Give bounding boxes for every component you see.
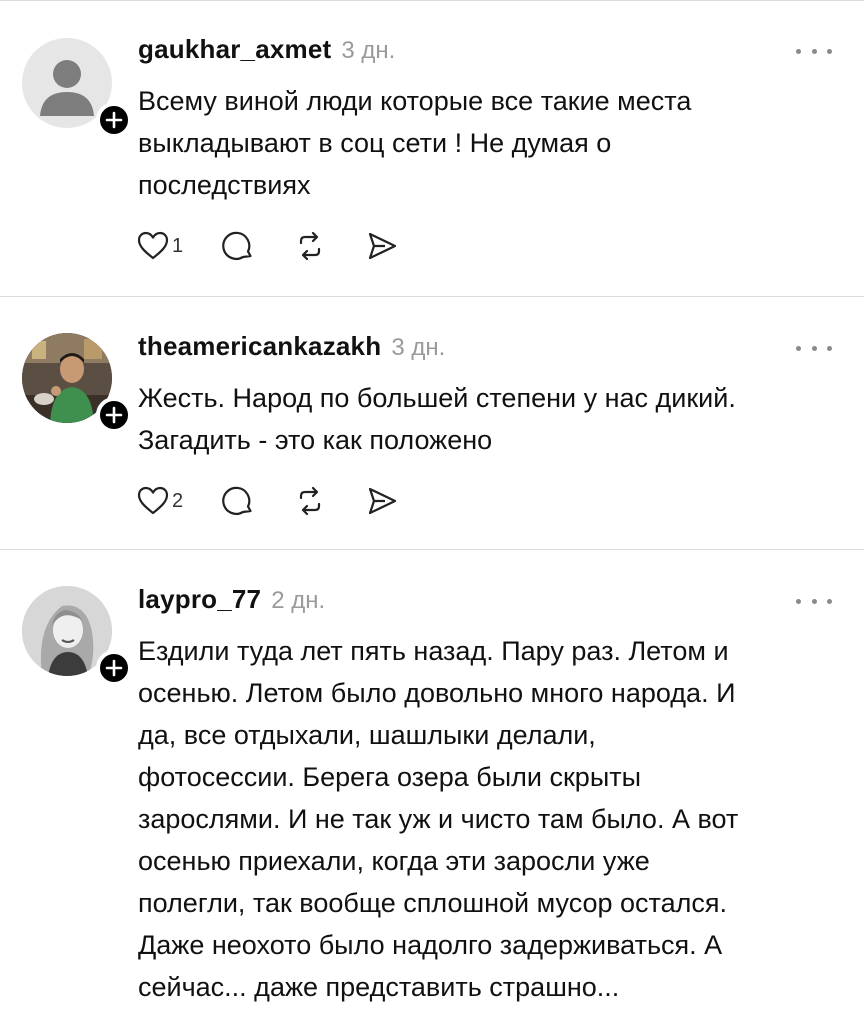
username[interactable]: theamericankazakh: [138, 331, 381, 362]
comment-text: Жесть. Народ по большей степени у нас ди…: [138, 377, 838, 461]
comment-line: зарослями. И не так уж и чисто там было.…: [138, 804, 739, 834]
comment-line: Всему виной люди которые все такие места: [138, 86, 692, 116]
more-dots-icon[interactable]: [796, 46, 832, 56]
timestamp: 3 дн.: [341, 37, 396, 64]
heart-icon: [137, 231, 169, 260]
share-button[interactable]: [365, 484, 399, 518]
comment-line: выкладывают в соц сети ! Не думая о: [138, 128, 612, 158]
like-count: 1: [172, 234, 184, 257]
follow-plus-icon[interactable]: [96, 650, 132, 686]
comment-line: сейчас... даже представить страшно...: [138, 972, 620, 1002]
avatar[interactable]: [22, 333, 132, 433]
comment-line: фотосессии. Берега озера были скрыты: [138, 762, 641, 792]
repost-button[interactable]: [293, 229, 327, 263]
comment-bubble-icon: [222, 231, 252, 260]
comment-2: theamericankazakh 3 дн. Жесть. Народ по …: [0, 297, 864, 549]
comment-line: осенью. Летом было довольно много народа…: [138, 678, 736, 708]
repost-icon: [300, 486, 321, 516]
follow-plus-icon[interactable]: [96, 397, 132, 433]
comment-line: да, все отдыхали, шашлыки делали,: [138, 720, 596, 750]
more-dots-icon[interactable]: [796, 343, 832, 353]
reply-button[interactable]: [221, 229, 255, 263]
timestamp: 3 дн.: [391, 334, 446, 361]
comment-text: Всему виной люди которые все такие места…: [138, 80, 838, 206]
comment-line: Даже неохото было надолго задерживаться.…: [138, 930, 723, 960]
username[interactable]: gaukhar_axmet: [138, 34, 331, 65]
comment-3: laypro_77 2 дн. Ездили туда лет пять наз…: [0, 550, 864, 1024]
send-icon: [369, 232, 397, 260]
comment-1: gaukhar_axmet 3 дн. Всему виной люди кот…: [0, 0, 864, 296]
comment-line: осенью приехали, когда эти заросли уже: [138, 846, 650, 876]
send-icon: [369, 487, 397, 515]
comment-line: Ездили туда лет пять назад. Пару раз. Ле…: [138, 636, 729, 666]
heart-icon: [137, 486, 169, 515]
comment-line: Жесть. Народ по большей степени у нас ди…: [138, 383, 736, 413]
follow-plus-icon[interactable]: [96, 102, 132, 138]
comment-line: полегли, так вообще сплошной мусор остал…: [138, 888, 728, 918]
username[interactable]: laypro_77: [138, 584, 261, 615]
share-button[interactable]: [365, 229, 399, 263]
repost-icon: [300, 231, 321, 261]
reply-button[interactable]: [221, 484, 255, 518]
comment-text: Ездили туда лет пять назад. Пару раз. Ле…: [138, 630, 838, 1008]
repost-button[interactable]: [293, 484, 327, 518]
comment-bubble-icon: [222, 486, 252, 515]
like-button[interactable]: 1: [136, 229, 183, 263]
avatar[interactable]: [22, 38, 132, 138]
avatar[interactable]: [22, 586, 132, 686]
more-dots-icon[interactable]: [796, 596, 832, 606]
like-count: 2: [172, 489, 184, 512]
comment-line: Загадить - это как положено: [138, 425, 493, 455]
timestamp: 2 дн.: [271, 587, 326, 614]
like-button[interactable]: 2: [136, 484, 183, 518]
comment-line: последствиях: [138, 170, 311, 200]
